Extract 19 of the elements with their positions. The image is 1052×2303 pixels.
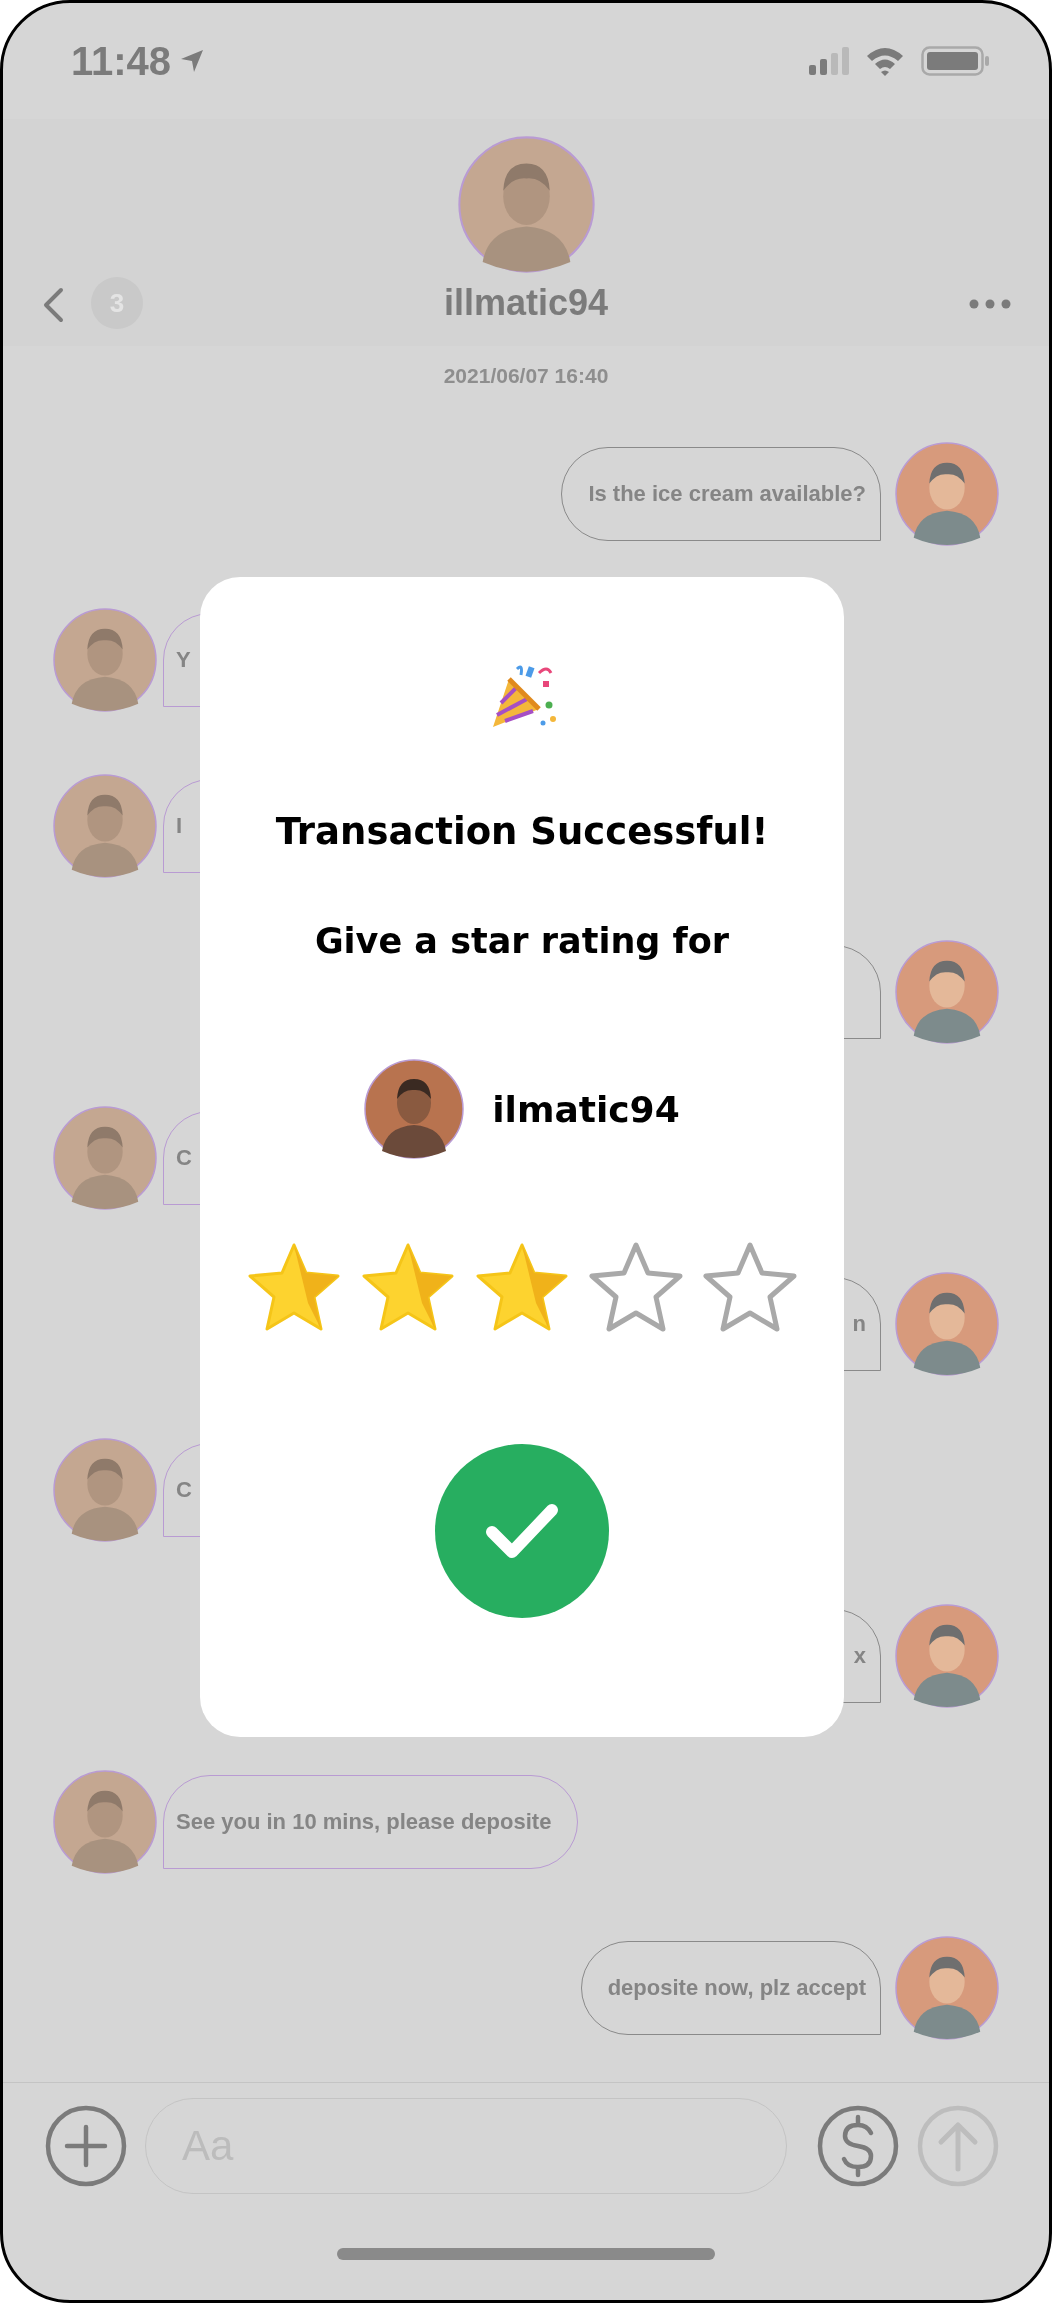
battery-icon <box>921 46 989 76</box>
filled-star-icon[interactable] <box>246 1241 342 1333</box>
more-icon[interactable] <box>969 299 1011 309</box>
filled-star-icon[interactable] <box>360 1241 456 1333</box>
back-icon[interactable] <box>41 287 65 323</box>
status-time: 11:48 <box>71 38 172 84</box>
filled-star-icon[interactable] <box>474 1241 570 1333</box>
dollar-icon[interactable] <box>817 2104 899 2187</box>
empty-star-icon[interactable] <box>702 1241 798 1333</box>
wifi-icon <box>865 46 905 76</box>
rating-prompt: Give a star rating for <box>314 921 730 961</box>
empty-star-icon[interactable] <box>588 1241 684 1333</box>
user-name: ilmatic94 <box>492 1088 680 1130</box>
signal-icon <box>809 47 849 75</box>
add-icon[interactable] <box>45 2104 127 2187</box>
timestamp: 2021/06/07 16:40 <box>443 364 609 388</box>
send-icon[interactable] <box>917 2104 999 2187</box>
location-arrow-icon <box>179 48 206 74</box>
chat-title: illmatic94 <box>443 282 609 324</box>
